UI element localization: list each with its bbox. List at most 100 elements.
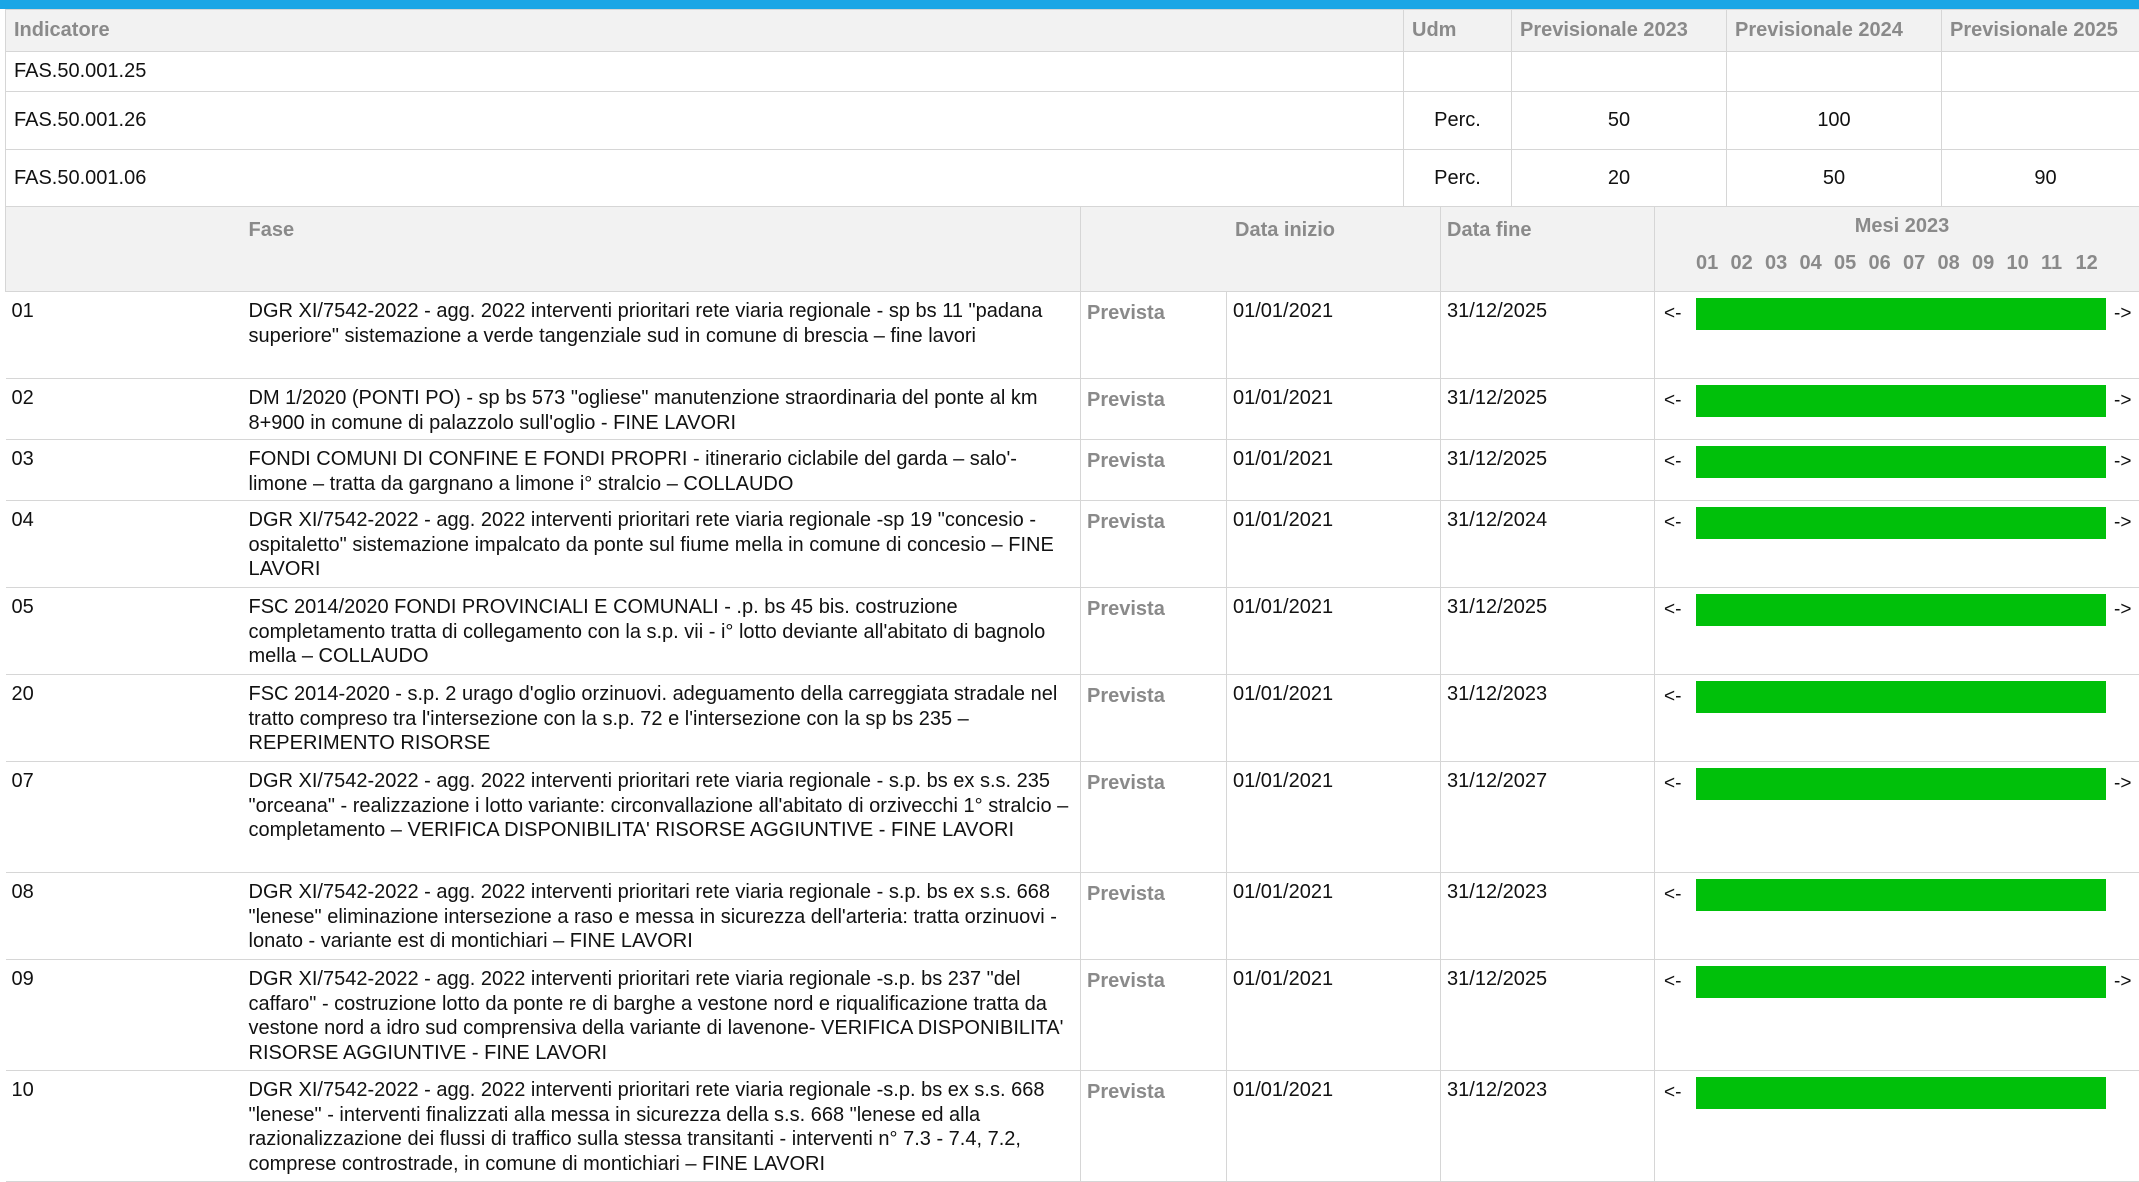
gantt-arrow-left: <- [1664,302,1681,327]
phase-number: 09 [6,960,243,1071]
indicator-table: Indicatore Udm Previsionale 2023 Previsi… [5,9,2139,208]
month-label: 09 [1972,252,2007,275]
col-data-inizio: Data inizio [1081,207,1441,292]
phase-description: DGR XI/7542-2022 - agg. 2022 interventi … [243,762,1081,873]
gantt-bar [1696,594,2106,626]
phase-row: 03FONDI COMUNI DI CONFINE E FONDI PROPRI… [6,440,2139,501]
phase-description: DGR XI/7542-2022 - agg. 2022 interventi … [243,1071,1081,1182]
month-label: 08 [1938,252,1973,275]
month-label: 04 [1800,252,1835,275]
gantt-arrow-left: <- [1664,389,1681,414]
indicator-code: FAS.50.001.06 [6,150,1404,208]
phase-start-date: 01/01/2021 [1227,440,1441,501]
phase-start-date: 01/01/2021 [1227,873,1441,960]
gantt-track: <- [1655,1071,2139,1127]
phase-end-date: 31/12/2023 [1441,1071,1655,1182]
phase-status: Prevista [1081,1071,1227,1182]
phase-description: DGR XI/7542-2022 - agg. 2022 interventi … [243,960,1081,1071]
gantt-bar [1696,768,2106,800]
gantt-arrow-right: -> [2114,598,2131,623]
indicator-prev-2024: 50 [1727,150,1942,208]
indicator-row: FAS.50.001.26Perc.50100 [6,92,2139,150]
gantt-bar [1696,879,2106,911]
gantt-bar [1696,1077,2106,1109]
phase-end-date: 31/12/2025 [1441,292,1655,379]
gantt-arrow-left: <- [1664,685,1681,710]
phase-gantt: <--> [1655,440,2139,501]
month-label: 02 [1731,252,1766,275]
gantt-bar [1696,385,2106,417]
indicator-prev-2025 [1942,52,2139,92]
phase-end-date: 31/12/2023 [1441,873,1655,960]
gantt-track: <- -> [1655,292,2139,348]
phase-status: Prevista [1081,675,1227,762]
gantt-bar [1696,681,2106,713]
phase-number: 03 [6,440,243,501]
gantt-arrow-left: <- [1664,970,1681,995]
col-prev-2025: Previsionale 2025 [1942,10,2139,52]
phase-end-date: 31/12/2025 [1441,588,1655,675]
gantt-bar [1696,507,2106,539]
month-label: 03 [1765,252,1800,275]
phase-status: Prevista [1081,440,1227,501]
gantt-arrow-left: <- [1664,1081,1681,1106]
gantt-track: <--> [1655,588,2139,644]
phase-description: FSC 2014-2020 - s.p. 2 urago d'oglio orz… [243,675,1081,762]
gantt-arrow-left: <- [1664,772,1681,797]
indicator-prev-2024: 100 [1727,92,1942,150]
phase-row: 09DGR XI/7542-2022 - agg. 2022 intervent… [6,960,2139,1071]
phase-start-date: 01/01/2021 [1227,379,1441,440]
phase-number: 01 [6,292,243,379]
phase-gantt: <- [1655,675,2139,762]
phase-description: DGR XI/7542-2022 - agg. 2022 interventi … [243,873,1081,960]
phase-end-date: 31/12/2025 [1441,960,1655,1071]
gantt-track: <--> [1655,762,2139,818]
phase-row: 20FSC 2014-2020 - s.p. 2 urago d'oglio o… [6,675,2139,762]
phase-end-date: 31/12/2025 [1441,440,1655,501]
gantt-arrow-left: <- [1664,511,1681,536]
phase-row: 10DGR XI/7542-2022 - agg. 2022 intervent… [6,1071,2139,1182]
gantt-bar [1696,298,2106,330]
phase-gantt: <- [1655,873,2139,960]
phase-gantt: <- [1655,1071,2139,1182]
phase-start-date: 01/01/2021 [1227,1071,1441,1182]
col-prev-2024: Previsionale 2024 [1727,10,1942,52]
phase-start-date: 01/01/2021 [1227,762,1441,873]
gantt-arrow-left: <- [1664,450,1681,475]
col-data-fine: Data fine [1441,207,1655,292]
gantt-track: <--> [1655,501,2139,557]
phase-start-date: 01/01/2021 [1227,960,1441,1071]
indicator-header-row: Indicatore Udm Previsionale 2023 Previsi… [6,10,2139,52]
col-fase: Fase [243,207,1081,292]
indicator-prev-2023: 50 [1512,92,1727,150]
months-row: 010203040506070809101112 [1655,252,2139,275]
phase-status: Prevista [1081,588,1227,675]
mesi-title: Mesi 2023 [1655,215,2139,238]
col-udm: Udm [1404,10,1512,52]
phase-description: DGR XI/7542-2022 - agg. 2022 interventi … [243,292,1081,379]
gantt-track: <- [1655,873,2139,929]
gantt-track: <--> [1655,440,2139,496]
phase-description: FONDI COMUNI DI CONFINE E FONDI PROPRI -… [243,440,1081,501]
indicator-udm: Perc. [1404,150,1512,208]
phase-gantt: <- -> [1655,292,2139,379]
phase-number: 20 [6,675,243,762]
gantt-arrow-right: -> [2114,302,2131,327]
phase-table: Fase Data inizio Data fine Mesi 2023 010… [5,206,2139,1182]
phase-gantt: <--> [1655,588,2139,675]
phase-status: Prevista [1081,960,1227,1071]
phase-description: DGR XI/7542-2022 - agg. 2022 interventi … [243,501,1081,588]
indicator-prev-2024 [1727,52,1942,92]
gantt-bar [1696,966,2106,998]
col-indicatore: Indicatore [6,10,1404,52]
month-label: 01 [1696,252,1731,275]
indicator-udm [1404,52,1512,92]
phase-header-row: Fase Data inizio Data fine Mesi 2023 010… [6,207,2139,292]
phase-row: 04DGR XI/7542-2022 - agg. 2022 intervent… [6,501,2139,588]
indicator-prev-2025 [1942,92,2139,150]
indicator-prev-2025: 90 [1942,150,2139,208]
phase-gantt: <--> [1655,762,2139,873]
indicator-code: FAS.50.001.26 [6,92,1404,150]
phase-row: 05FSC 2014/2020 FONDI PROVINCIALI E COMU… [6,588,2139,675]
phase-start-date: 01/01/2021 [1227,588,1441,675]
